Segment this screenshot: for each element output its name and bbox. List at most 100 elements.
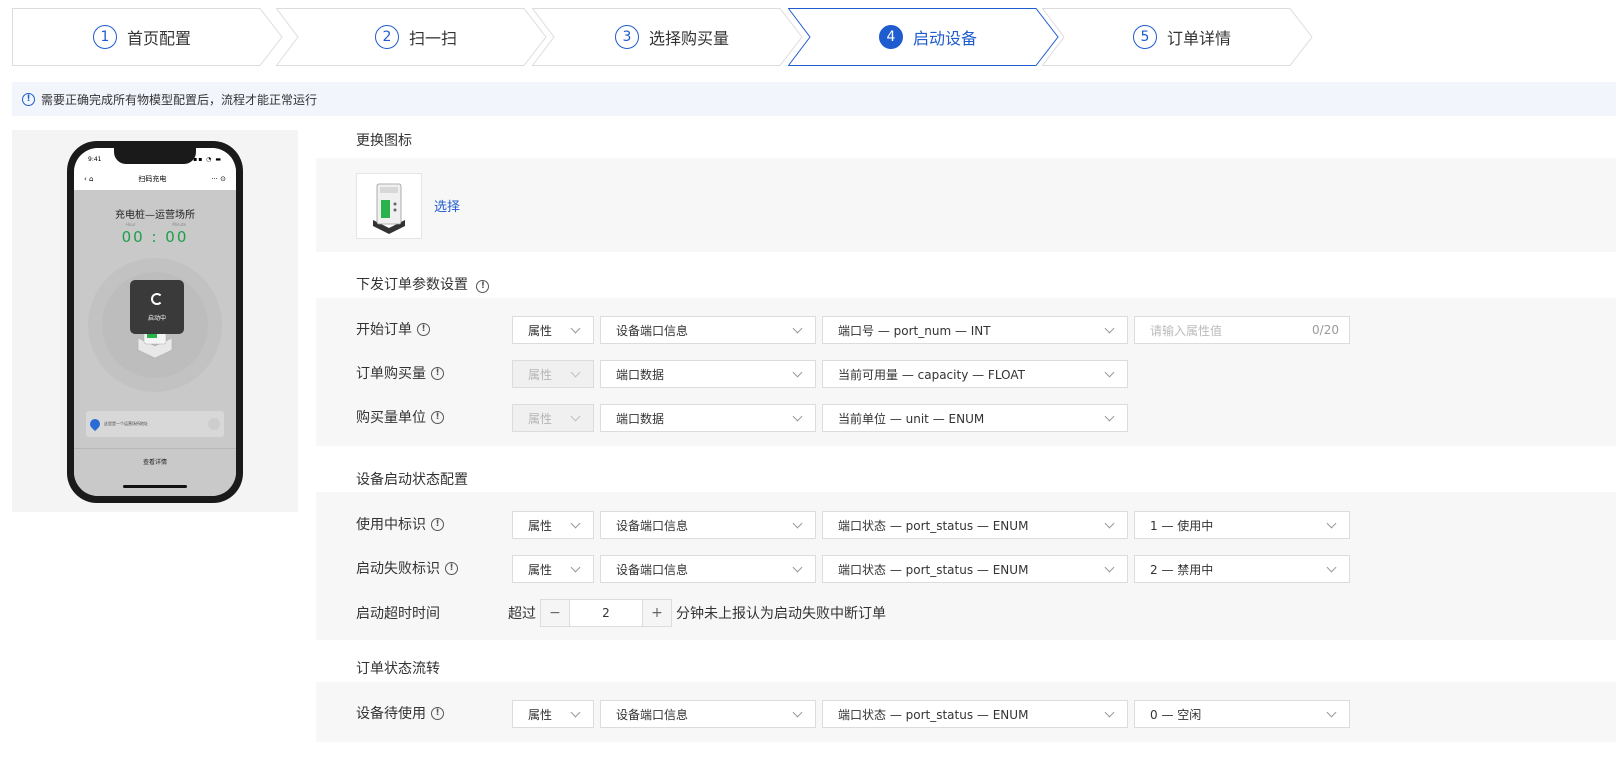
in-use-prop-select[interactable]: 属性: [512, 511, 594, 539]
phone-minute-label: Minute: [172, 222, 186, 227]
phone-status-time: 9:41: [88, 156, 102, 163]
order-flow-title: 订单状态流转: [356, 661, 440, 677]
purchase-amount-prop-select: 属性: [512, 360, 594, 388]
loading-spinner-icon: [151, 292, 163, 305]
purchase-unit-source-select[interactable]: 端口数据: [600, 404, 816, 432]
location-card: 这里是一个运营场所地址: [86, 411, 224, 437]
start-failed-prop-select[interactable]: 属性: [512, 555, 594, 583]
device-idle-field-select[interactable]: 端口状态 — port_status — ENUM: [822, 700, 1128, 728]
choose-icon-link[interactable]: 选择: [434, 196, 460, 215]
step-2-label: 扫一扫: [408, 29, 457, 48]
chevron-down-icon: [792, 367, 803, 377]
chevron-down-icon: [1104, 411, 1115, 421]
select-value: 设备端口信息: [616, 323, 689, 338]
step-4-label: 启动设备: [912, 29, 977, 48]
start-status-title: 设备启动状态配置: [356, 472, 468, 488]
chevron-down-icon: [1326, 562, 1337, 572]
info-icon[interactable]: !: [431, 366, 444, 380]
purchase-amount-field-select[interactable]: 当前可用量 — capacity — FLOAT: [822, 360, 1128, 388]
phone-hour-label: Hour: [126, 222, 136, 227]
phone-nav: ‹ ⌂ 扫码充电 ··· ⊙: [74, 174, 236, 184]
phone-nav-title: 扫码充电: [138, 175, 167, 183]
purchase-amount-source-select[interactable]: 端口数据: [600, 360, 816, 388]
row-label-in-use: 使用中标识!: [356, 514, 444, 534]
chevron-down-icon: [1104, 707, 1115, 717]
phone-screen: 9:41 ▪▪ ◔ ▬ ‹ ⌂ 扫码充电 ··· ⊙ 充电桩—运营场所 Hour…: [74, 148, 236, 496]
in-use-source-select[interactable]: 设备端口信息: [600, 511, 816, 539]
step-5[interactable]: 5 订单详情: [1042, 8, 1314, 66]
chevron-down-icon: [792, 411, 803, 421]
charger-icon: [373, 183, 405, 234]
more-close-icon: ··· ⊙: [211, 175, 226, 183]
select-value: 设备端口信息: [616, 707, 689, 722]
notice-bar: ! 需要正确完成所有物模型配置后，流程才能正常运行: [12, 82, 1616, 116]
decrement-button[interactable]: −: [541, 600, 569, 626]
select-value: 0 — 空闲: [1150, 707, 1202, 722]
step-1[interactable]: 1 首页配置: [12, 8, 284, 66]
select-value: 设备端口信息: [616, 562, 689, 577]
chevron-down-icon: [1104, 518, 1115, 528]
select-value: 属性: [528, 562, 553, 577]
phone-title: 充电桩—运营场所: [115, 210, 195, 221]
info-icon[interactable]: !: [417, 322, 430, 336]
chevron-down-icon: [1104, 323, 1115, 333]
step-4-number: 4: [878, 25, 903, 49]
phone-preview-panel: 9:41 ▪▪ ◔ ▬ ‹ ⌂ 扫码充电 ··· ⊙ 充电桩—运营场所 Hour…: [12, 130, 298, 512]
step-5-number: 5: [1132, 25, 1157, 49]
input-char-count: 0/20: [1312, 323, 1339, 337]
in-use-field-select[interactable]: 端口状态 — port_status — ENUM: [822, 511, 1128, 539]
phone-timer: 00 : 00: [121, 228, 189, 246]
step-1-number: 1: [92, 25, 117, 49]
home-indicator: [123, 485, 187, 488]
steps-bar: 1 首页配置 2 扫一扫 3 选择购买量 4 启动设备 5 订单详情: [12, 8, 1352, 66]
info-icon[interactable]: !: [476, 280, 490, 293]
select-value: 端口状态 — port_status — ENUM: [838, 562, 1029, 577]
phone-time-units: Hour Minute: [126, 222, 186, 227]
start-order-value-input[interactable]: 请输入属性值 0/20: [1134, 316, 1350, 344]
phone-bottom-bar: 查看详情: [74, 448, 236, 496]
order-params-title-text: 下发订单参数设置: [356, 277, 468, 293]
device-idle-prop-select[interactable]: 属性: [512, 700, 594, 728]
start-failed-value-select[interactable]: 2 — 禁用中: [1134, 555, 1350, 583]
icon-section-title: 更换图标: [356, 133, 412, 149]
row-label-text: 开始订单: [356, 322, 412, 338]
start-failed-field-select[interactable]: 端口状态 — port_status — ENUM: [822, 555, 1128, 583]
row-label-text: 启动超时时间: [356, 606, 440, 622]
chevron-down-icon: [570, 411, 581, 421]
info-icon[interactable]: !: [431, 517, 444, 531]
timeout-value-input[interactable]: 2: [569, 600, 643, 626]
step-3[interactable]: 3 选择购买量: [532, 8, 804, 66]
select-value: 端口数据: [616, 411, 665, 426]
start-order-field-select[interactable]: 端口号 — port_num — INT: [822, 316, 1128, 344]
step-2-number: 2: [374, 25, 399, 49]
notice-text: 需要正确完成所有物模型配置后，流程才能正常运行: [41, 92, 318, 107]
chevron-down-icon: [1104, 367, 1115, 377]
row-label-text: 使用中标识: [356, 517, 426, 533]
device-idle-value-select[interactable]: 0 — 空闲: [1134, 700, 1350, 728]
navigate-icon: [208, 418, 220, 430]
row-label-start-failed: 启动失败标识!: [356, 558, 458, 578]
info-icon[interactable]: !: [431, 706, 444, 720]
device-idle-source-select[interactable]: 设备端口信息: [600, 700, 816, 728]
chevron-down-icon: [570, 707, 581, 717]
chevron-down-icon: [1326, 707, 1337, 717]
start-order-prop-select[interactable]: 属性: [512, 316, 594, 344]
step-2[interactable]: 2 扫一扫: [276, 8, 548, 66]
in-use-value-select[interactable]: 1 — 使用中: [1134, 511, 1350, 539]
step-1-label: 首页配置: [126, 29, 191, 48]
info-icon[interactable]: !: [431, 410, 444, 424]
info-icon[interactable]: !: [445, 561, 458, 575]
chevron-down-icon: [570, 367, 581, 377]
chevron-down-icon: [570, 323, 581, 333]
info-icon: !: [22, 92, 35, 106]
chevron-down-icon: [792, 707, 803, 717]
purchase-unit-field-select[interactable]: 当前单位 — unit — ENUM: [822, 404, 1128, 432]
chevron-down-icon: [1104, 562, 1115, 572]
start-order-source-select[interactable]: 设备端口信息: [600, 316, 816, 344]
increment-button[interactable]: +: [643, 600, 671, 626]
step-4[interactable]: 4 启动设备: [788, 8, 1060, 66]
start-failed-source-select[interactable]: 设备端口信息: [600, 555, 816, 583]
select-value: 属性: [528, 367, 553, 382]
chevron-down-icon: [570, 518, 581, 528]
select-value: 当前可用量 — capacity — FLOAT: [838, 367, 1025, 382]
